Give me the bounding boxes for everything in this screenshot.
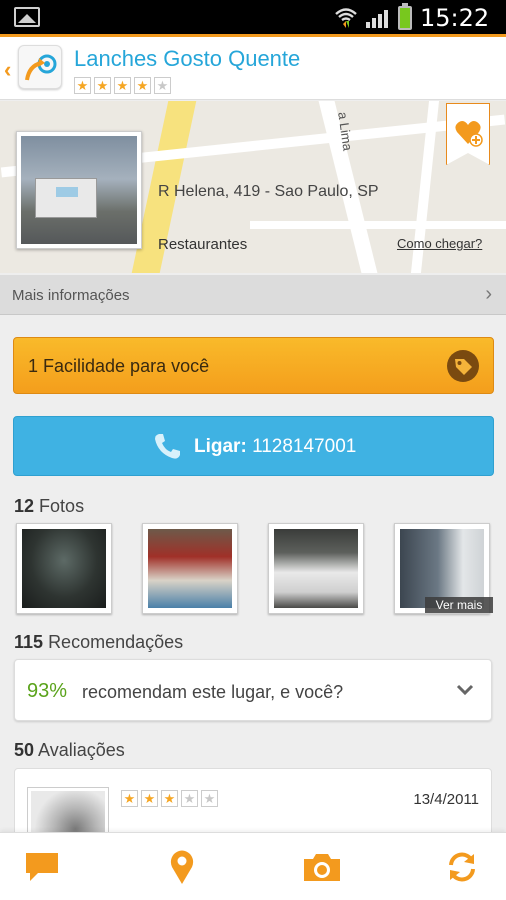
app-logo-icon[interactable] [18,45,62,89]
tag-icon [447,350,479,382]
signal-icon [366,10,388,28]
photo-thumbnail[interactable] [16,523,112,614]
battery-charging-icon [398,3,412,30]
chevron-right-icon: › [485,283,492,305]
recommendations-section-title: 115 Recomendações [14,632,184,652]
phone-icon [155,434,180,459]
star-icon: ★ [114,77,131,94]
map-road [250,221,506,229]
chat-icon[interactable] [22,849,62,885]
star-icon: ★ [94,77,111,94]
chevron-down-icon [456,684,474,696]
directions-link[interactable]: Como chegar? [397,236,482,251]
place-address: R Helena, 419 - Sao Paulo, SP [158,183,379,200]
place-main-photo[interactable] [16,131,142,249]
wifi-icon [335,8,357,28]
photo-thumbnail[interactable] [142,523,238,614]
star-icon: ★ [121,790,138,807]
recommendation-card[interactable]: 93% recomendam este lugar, e você? [14,659,492,721]
heart-plus-icon [455,121,483,147]
star-icon: ★ [141,790,158,807]
star-icon: ★ [161,790,178,807]
review-date: 13/4/2011 [413,791,479,808]
photos-section-title: 12 Fotos [14,496,85,516]
favorite-button[interactable] [446,103,490,165]
star-icon: ★ [134,77,151,94]
recommend-percent: 93% [27,680,68,702]
camera-icon[interactable] [302,849,342,885]
place-category: Restaurantes [158,236,248,253]
bottom-tab-bar [0,832,506,900]
gallery-icon [14,7,40,27]
see-more-photos-label[interactable]: Ver mais [425,597,493,613]
facility-label: 1 Facilidade para você [28,356,210,376]
more-info-row[interactable]: Mais informações › [0,275,506,315]
status-bar: 15:22 [0,0,506,34]
location-pin-icon[interactable] [162,849,202,885]
photo-thumbnail[interactable] [268,523,364,614]
star-empty-icon: ★ [181,790,198,807]
clock: 15:22 [420,4,490,32]
refresh-icon[interactable] [442,849,482,885]
reviews-section-title: 50 Avaliações [14,740,125,760]
more-info-label: Mais informações [12,287,130,304]
place-title: Lanches Gosto Quente [74,46,301,71]
app-header: ‹ Lanches Gosto Quente ★ ★ ★ ★ ★ [0,34,506,100]
call-button[interactable]: Ligar: 1128147001 [13,416,494,476]
review-stars: ★ ★ ★ ★ ★ [121,790,218,807]
rating-stars: ★ ★ ★ ★ ★ [74,77,171,94]
star-empty-icon: ★ [154,77,171,94]
recommend-text: recomendam este lugar, e você? [82,682,344,702]
facility-button[interactable]: 1 Facilidade para você [13,337,494,394]
star-empty-icon: ★ [201,790,218,807]
chevron-left-icon[interactable]: ‹ [4,57,11,83]
photo-thumbnail[interactable]: Ver mais [394,523,493,614]
call-label: Ligar: 1128147001 [194,436,357,457]
star-icon: ★ [74,77,91,94]
